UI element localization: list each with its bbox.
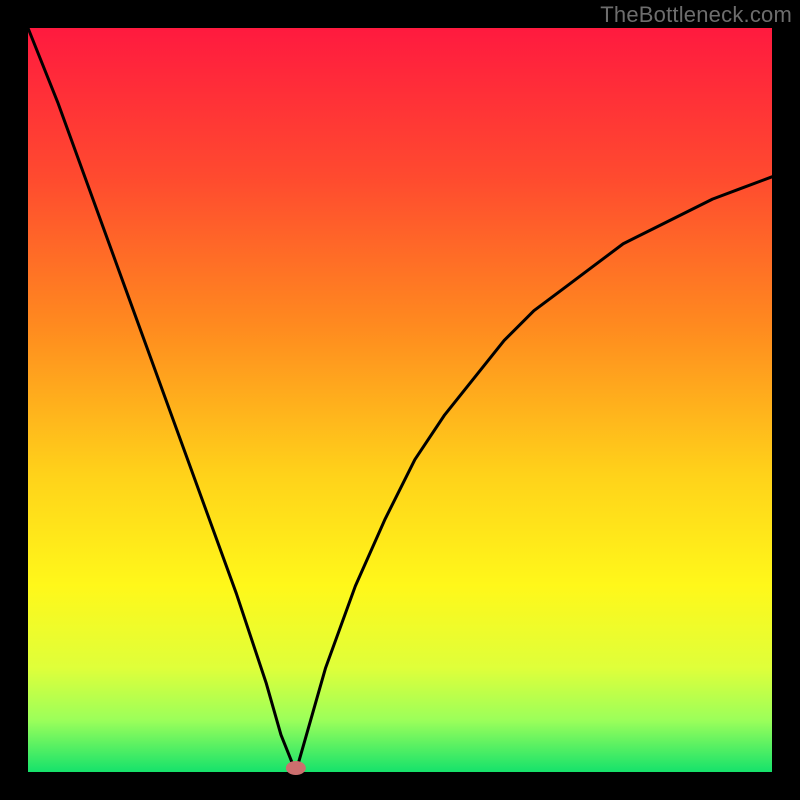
chart-container: TheBottleneck.com	[0, 0, 800, 800]
watermark-text: TheBottleneck.com	[600, 2, 792, 28]
bottleneck-chart	[0, 0, 800, 800]
chart-background	[28, 28, 772, 772]
optimum-marker	[286, 761, 306, 775]
